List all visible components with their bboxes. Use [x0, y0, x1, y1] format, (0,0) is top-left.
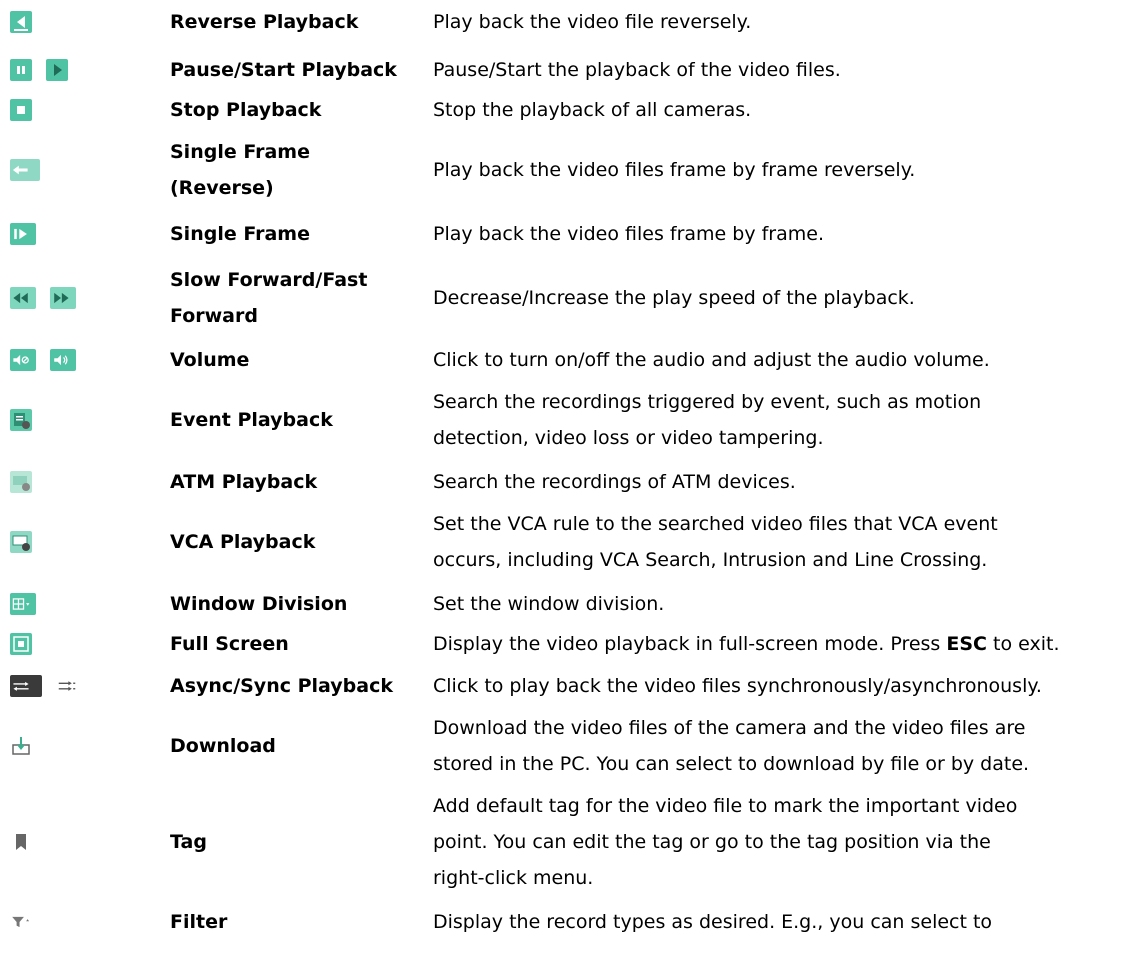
table-row-tag: Tag Add default tag for the video file t… — [0, 788, 1133, 896]
row-description: Stop the playback of all cameras. — [433, 99, 752, 121]
table-row-single-frame: Single Frame Play back the video files f… — [0, 216, 1133, 252]
row-name: Volume — [170, 349, 250, 371]
volume-icon — [50, 349, 76, 371]
table-row-slow-fast-forward: Slow Forward/Fast Forward Decrease/Increa… — [0, 262, 1133, 334]
table-row-pause-start-playback: Pause/Start Playback Pause/Start the pla… — [0, 52, 1133, 88]
row-name: Pause/Start Playback — [170, 59, 397, 81]
row-description: Pause/Start the playback of the video fi… — [433, 59, 841, 81]
vca-playback-icon — [10, 531, 32, 553]
stop-icon — [10, 99, 32, 121]
reverse-playback-icon — [10, 11, 32, 33]
tag-icon — [10, 831, 32, 853]
row-description: Display the record types as desired. E.g… — [433, 911, 993, 933]
row-name: Reverse Playback — [170, 11, 359, 33]
row-description: Click to turn on/off the audio and adjus… — [433, 349, 990, 371]
row-description: Set the VCA rule to the searched video f… — [433, 513, 998, 571]
row-name: VCA Playback — [170, 531, 316, 553]
filter-icon — [10, 911, 40, 933]
table-row-download: Download Download the video files of the… — [0, 710, 1133, 782]
row-description: Play back the video files frame by frame… — [433, 223, 824, 245]
single-frame-icon — [10, 223, 36, 245]
table-row-filter: Filter Display the record types as desir… — [0, 904, 1133, 940]
window-division-icon — [10, 593, 36, 615]
table-row-full-screen: Full Screen Display the video playback i… — [0, 626, 1133, 662]
slow-forward-icon — [10, 287, 36, 309]
event-playback-icon — [10, 409, 32, 431]
row-description: Download the video files of the camera a… — [433, 717, 1030, 775]
table-row-event-playback: Event Playback Search the recordings tri… — [0, 384, 1133, 456]
row-name: Async/Sync Playback — [170, 675, 393, 697]
table-row-volume: Volume Click to turn on/off the audio an… — [0, 342, 1133, 378]
pause-icon — [10, 59, 32, 81]
row-description: Set the window division. — [433, 593, 665, 615]
mute-icon — [10, 349, 36, 371]
table-row-stop-playback: Stop Playback Stop the playback of all c… — [0, 92, 1133, 128]
table-row-atm-playback: ATM Playback Search the recordings of AT… — [0, 464, 1133, 500]
table-row-window-division: Window Division Set the window division. — [0, 586, 1133, 622]
table-row-async-sync-playback: Async/Sync Playback Click to play back t… — [0, 668, 1133, 704]
atm-playback-icon — [10, 471, 32, 493]
row-name: Single Frame — [170, 223, 310, 245]
row-name: Single Frame (Reverse) — [170, 141, 310, 199]
row-description: Click to play back the video files synch… — [433, 675, 1042, 697]
row-description: Display the video playback in full-scree… — [433, 633, 1060, 655]
row-description: Play back the video files frame by frame… — [433, 159, 916, 181]
row-name: Slow Forward/Fast Forward — [170, 269, 368, 327]
single-frame-reverse-icon — [10, 159, 40, 181]
async-playback-icon — [10, 675, 42, 697]
row-description: Decrease/Increase the play speed of the … — [433, 287, 915, 309]
row-name: Full Screen — [170, 633, 289, 655]
row-description: Play back the video file reversely. — [433, 11, 752, 33]
row-name: Window Division — [170, 593, 348, 615]
row-name: Event Playback — [170, 409, 333, 431]
sync-playback-icon — [56, 675, 88, 697]
row-name: Stop Playback — [170, 99, 322, 121]
full-screen-icon — [10, 633, 32, 655]
row-description: Search the recordings of ATM devices. — [433, 471, 796, 493]
fast-forward-icon — [50, 287, 76, 309]
download-icon — [10, 735, 32, 757]
row-name: Tag — [170, 831, 207, 853]
play-icon — [46, 59, 68, 81]
table-row-single-frame-reverse: Single Frame (Reverse) Play back the vide… — [0, 134, 1133, 206]
row-description: Add default tag for the video file to ma… — [433, 795, 1018, 889]
table-row-vca-playback: VCA Playback Set the VCA rule to the sea… — [0, 506, 1133, 578]
row-name: Download — [170, 735, 276, 757]
table-row-reverse-playback: Reverse Playback Play back the video fil… — [0, 4, 1133, 40]
row-name: Filter — [170, 911, 228, 933]
row-description: Search the recordings triggered by event… — [433, 391, 982, 449]
row-name: ATM Playback — [170, 471, 318, 493]
